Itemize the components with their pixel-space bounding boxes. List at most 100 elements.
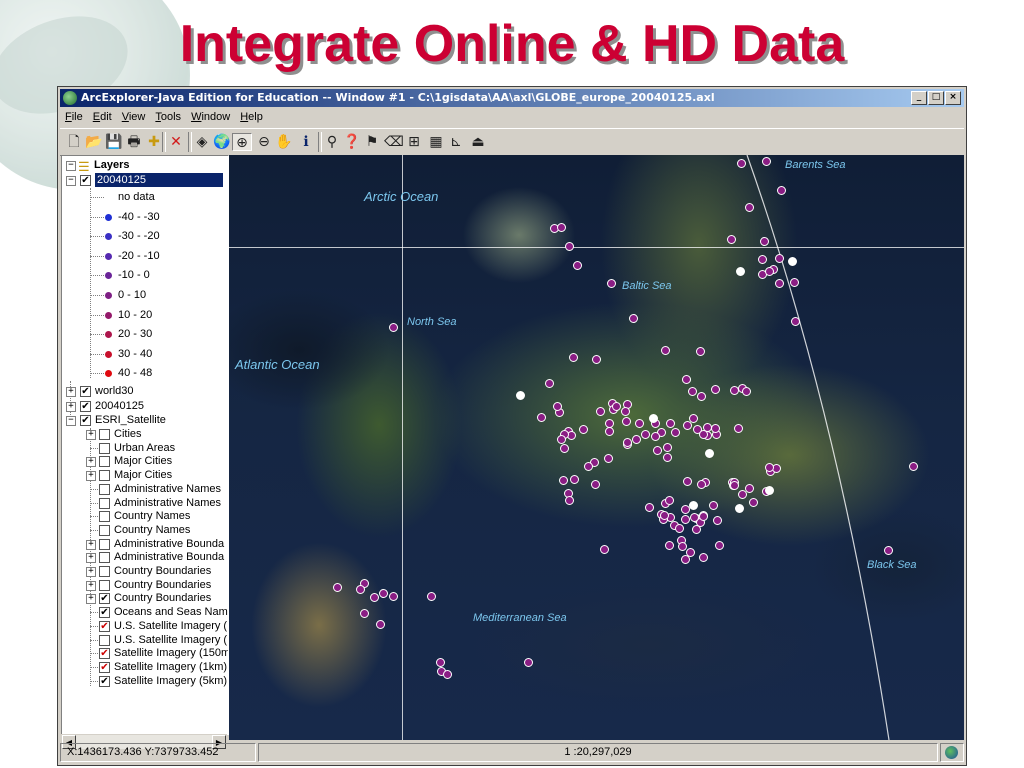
menu-tools[interactable]: Tools (150, 108, 186, 126)
sublayer-checkbox[interactable] (99, 429, 110, 440)
station-point[interactable] (665, 541, 674, 550)
sublayer-label[interactable]: U.S. Satellite Imagery ( (114, 619, 227, 633)
station-point[interactable] (596, 407, 605, 416)
station-point[interactable] (641, 430, 650, 439)
station-point[interactable] (559, 476, 568, 485)
expand-toggle[interactable]: + (86, 457, 96, 468)
station-point[interactable] (909, 462, 918, 471)
no-data-point[interactable] (516, 391, 525, 400)
station-point[interactable] (560, 444, 569, 453)
station-point[interactable] (629, 314, 638, 323)
layer-checkbox[interactable]: ✔ (80, 386, 91, 397)
station-point[interactable] (760, 237, 769, 246)
station-point[interactable] (360, 609, 369, 618)
station-point[interactable] (370, 593, 379, 602)
station-point[interactable] (623, 438, 632, 447)
station-point[interactable] (683, 477, 692, 486)
station-point[interactable] (621, 407, 630, 416)
station-point[interactable] (607, 279, 616, 288)
sublayer-checkbox[interactable]: ✔ (99, 648, 110, 660)
sublayer-checkbox[interactable] (99, 579, 110, 591)
sublayer-checkbox[interactable] (99, 634, 110, 646)
station-point[interactable] (592, 355, 601, 364)
sublayer-label[interactable]: Satellite Imagery (150m (114, 646, 228, 660)
sublayer-label[interactable]: Country Boundaries (114, 564, 211, 578)
erase-icon[interactable]: ⌫ (384, 133, 404, 151)
station-point[interactable] (777, 186, 786, 195)
station-point[interactable] (775, 254, 784, 263)
map-view[interactable]: Barents Sea Arctic Ocean Baltic Sea North S… (229, 155, 964, 740)
sublayer-label[interactable]: Urban Areas (114, 441, 175, 455)
station-point[interactable] (758, 255, 767, 264)
measure-icon[interactable]: ⊞ (404, 133, 424, 151)
station-point[interactable] (665, 496, 674, 505)
sublayer-checkbox[interactable] (99, 456, 110, 468)
station-point[interactable] (730, 481, 739, 490)
collapse-toggle[interactable]: − (66, 161, 76, 171)
station-point[interactable] (713, 516, 722, 525)
sublayer-label[interactable]: Country Names (114, 509, 190, 523)
station-point[interactable] (443, 670, 452, 679)
identify-icon[interactable]: ℹ (296, 133, 316, 151)
station-point[interactable] (553, 402, 562, 411)
station-point[interactable] (699, 512, 708, 521)
sublayer-checkbox[interactable] (99, 552, 110, 564)
close-button[interactable]: × (945, 91, 961, 105)
station-point[interactable] (356, 585, 365, 594)
station-point[interactable] (591, 480, 600, 489)
station-point[interactable] (749, 498, 758, 507)
station-point[interactable] (765, 463, 774, 472)
sublayer-label[interactable]: Administrative Names (114, 482, 221, 496)
sublayer-label[interactable]: U.S. Satellite Imagery ( (114, 633, 227, 647)
station-point[interactable] (683, 421, 692, 430)
menu-view[interactable]: View (117, 108, 151, 126)
station-point[interactable] (605, 427, 614, 436)
minimize-button[interactable]: _ (911, 91, 927, 105)
expand-toggle[interactable]: + (86, 471, 96, 482)
station-point[interactable] (699, 430, 708, 439)
station-point[interactable] (389, 592, 398, 601)
collapse-toggle[interactable]: − (66, 176, 76, 186)
station-point[interactable] (765, 267, 774, 276)
station-point[interactable] (682, 375, 691, 384)
station-point[interactable] (666, 419, 675, 428)
expand-toggle[interactable]: + (66, 387, 76, 397)
legend-icon[interactable]: ⊾ (446, 133, 466, 151)
sublayer-checkbox[interactable] (99, 483, 110, 495)
expand-toggle[interactable]: + (86, 594, 96, 605)
station-point[interactable] (681, 515, 690, 524)
sublayer-label[interactable]: Country Names (114, 523, 190, 537)
station-point[interactable] (333, 583, 342, 592)
station-point[interactable] (775, 279, 784, 288)
station-point[interactable] (565, 242, 574, 251)
station-point[interactable] (734, 424, 743, 433)
station-point[interactable] (557, 223, 566, 232)
no-data-point[interactable] (735, 504, 744, 513)
sublayer-checkbox[interactable]: ✔ (99, 661, 110, 673)
print-icon[interactable]: 🖶 (124, 133, 144, 151)
station-point[interactable] (884, 546, 893, 555)
zoom-extent-icon[interactable]: ◈ (192, 133, 212, 151)
station-point[interactable] (605, 419, 614, 428)
expand-toggle[interactable]: + (86, 580, 96, 591)
station-point[interactable] (569, 353, 578, 362)
no-data-point[interactable] (689, 501, 698, 510)
station-point[interactable] (696, 347, 705, 356)
station-point[interactable] (738, 490, 747, 499)
sublayer-checkbox[interactable]: ✔ (99, 620, 110, 632)
menu-file[interactable]: File (60, 108, 88, 126)
station-point[interactable] (727, 235, 736, 244)
zoom-in-icon[interactable]: ⊕ (232, 133, 252, 151)
station-point[interactable] (545, 379, 554, 388)
expand-toggle[interactable]: + (86, 539, 96, 550)
station-point[interactable] (524, 658, 533, 667)
station-point[interactable] (762, 157, 771, 166)
sublayer-checkbox[interactable] (99, 470, 110, 482)
station-point[interactable] (427, 592, 436, 601)
menu-edit[interactable]: Edit (88, 108, 117, 126)
menu-help[interactable]: Help (235, 108, 268, 126)
station-point[interactable] (376, 620, 385, 629)
station-point[interactable] (745, 203, 754, 212)
sublayer-checkbox[interactable] (99, 538, 110, 550)
no-data-point[interactable] (765, 486, 774, 495)
